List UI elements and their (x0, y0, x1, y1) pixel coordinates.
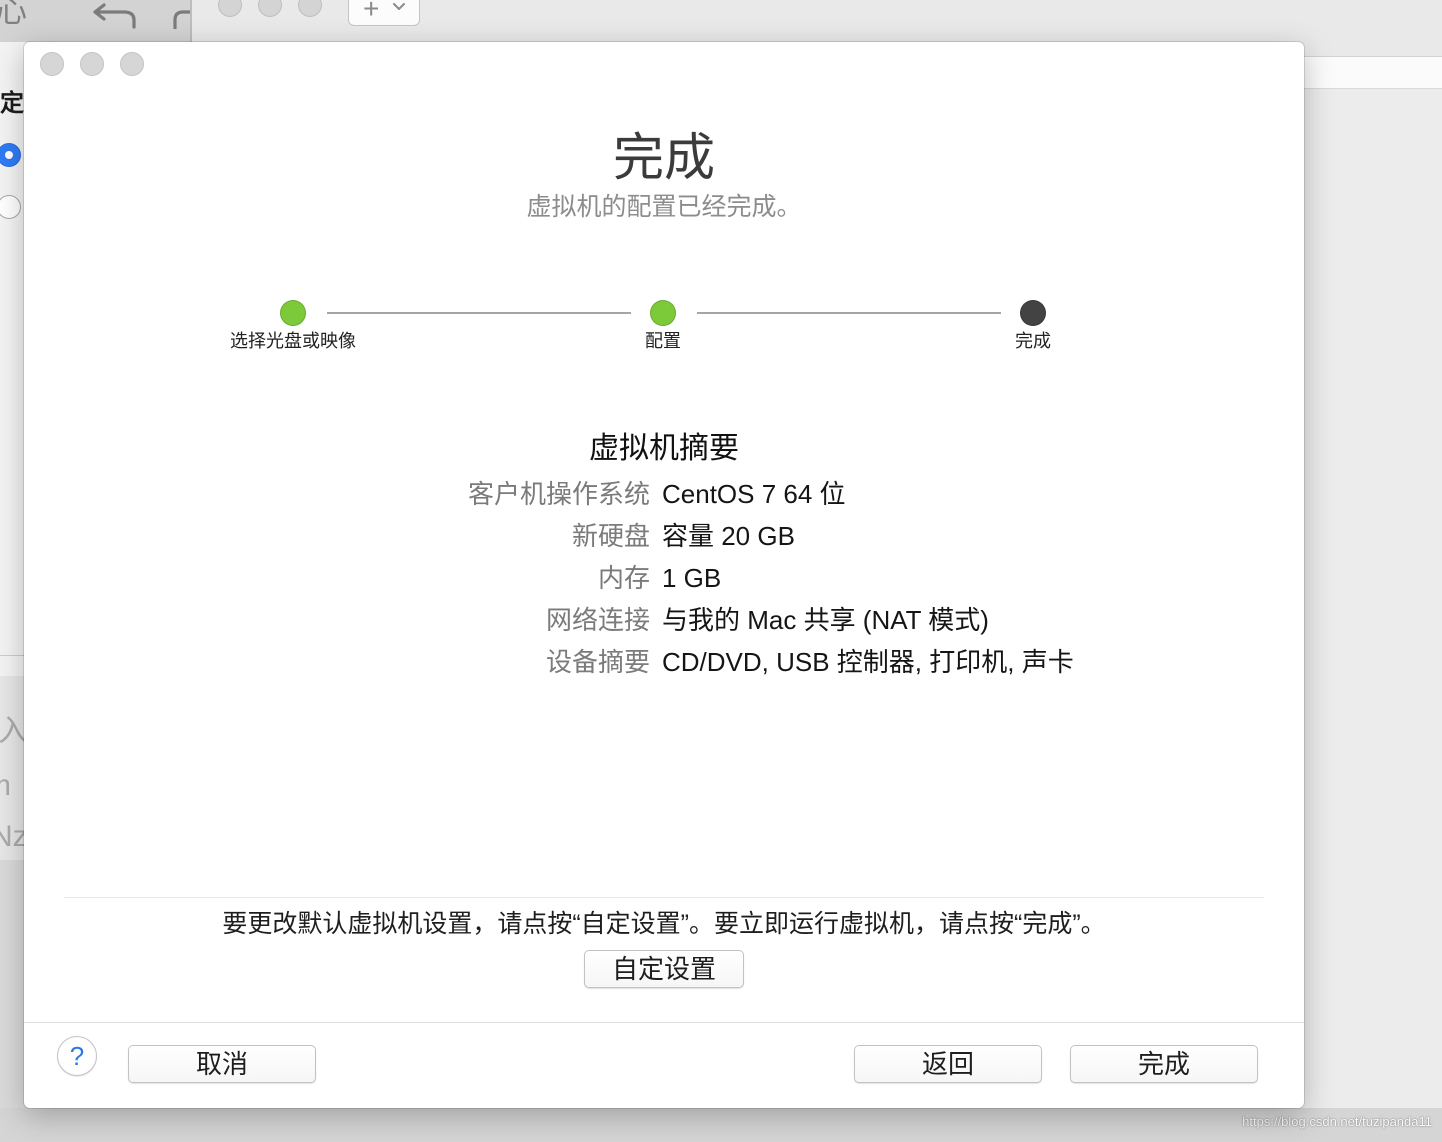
bg-sidebar-heading: 定 (0, 90, 24, 117)
vm-summary: 虚拟机摘要 客户机操作系统 CentOS 7 64 位 新硬盘 容量 20 GB… (24, 428, 1304, 688)
summary-label: 内存 (597, 563, 650, 593)
customize-settings-button[interactable]: 自定设置 (584, 950, 744, 988)
customize-hint-area: 要更改默认虚拟机设置，请点按“自定设置”。要立即运行虚拟机，请点按“完成”。 自… (24, 897, 1304, 1022)
step-connector (697, 312, 1001, 314)
summary-label: 新硬盘 (571, 521, 650, 551)
summary-row-memory: 内存 1 GB (24, 557, 1304, 599)
page-subtitle: 虚拟机的配置已经完成。 (526, 193, 802, 221)
progress-stepper: 选择光盘或映像 配置 完成 (24, 292, 1304, 356)
watermark: https://blog.csdn.net/tuzipanda11 (1242, 1114, 1432, 1129)
close-button[interactable] (40, 52, 64, 76)
bg-list-item-text: m (0, 766, 11, 806)
bg-toolbar-glyph: 心 (0, 0, 27, 29)
bg-add-menu-button[interactable]: + (348, 0, 420, 26)
summary-label: 客户机操作系统 (467, 479, 650, 509)
forward-arrow-icon[interactable] (172, 1, 190, 29)
summary-value: 容量 20 GB (662, 521, 795, 551)
bg-bottom-strip (0, 1108, 1442, 1142)
step-indicator-finish (1020, 300, 1046, 326)
back-button[interactable]: 返回 (854, 1045, 1042, 1083)
summary-heading: 虚拟机摘要 (589, 432, 739, 465)
summary-value: 与我的 Mac 共享 (NAT 模式) (662, 605, 989, 635)
summary-label: 网络连接 (545, 605, 650, 635)
summary-value: CentOS 7 64 位 (662, 479, 846, 509)
step-connector (327, 312, 631, 314)
chevron-down-icon (393, 3, 405, 10)
page-title: 完成 (612, 129, 715, 186)
minimize-button[interactable] (80, 52, 104, 76)
summary-row-new-disk: 新硬盘 容量 20 GB (24, 515, 1304, 557)
finish-dialog: 完成 虚拟机的配置已经完成。 选择光盘或映像 配置 完成 虚拟机摘要 客户机操作… (24, 42, 1304, 1108)
summary-value: 1 GB (662, 563, 722, 593)
summary-label: 设备摘要 (545, 647, 650, 677)
step-label-finish: 完成 (1015, 331, 1051, 351)
back-arrow-icon[interactable] (92, 1, 138, 29)
cancel-button[interactable]: 取消 (128, 1045, 316, 1083)
step-indicator-configure (650, 300, 676, 326)
dialog-footer: ? 取消 返回 完成 (24, 1022, 1304, 1108)
help-button[interactable]: ? (57, 1036, 97, 1076)
step-label-select-disc: 选择光盘或映像 (230, 331, 356, 351)
summary-value: CD/DVD, USB 控制器, 打印机, 声卡 (662, 647, 1074, 677)
step-label-configure: 配置 (645, 331, 681, 351)
customize-hint-text: 要更改默认虚拟机设置，请点按“自定设置”。要立即运行虚拟机，请点按“完成”。 (222, 910, 1106, 938)
finish-button[interactable]: 完成 (1070, 1045, 1258, 1083)
summary-row-network: 网络连接 与我的 Mac 共享 (NAT 模式) (24, 599, 1304, 641)
divider (64, 897, 1264, 898)
summary-row-guest-os: 客户机操作系统 CentOS 7 64 位 (24, 473, 1304, 515)
step-indicator-select-disc (280, 300, 306, 326)
zoom-button[interactable] (120, 52, 144, 76)
summary-row-devices: 设备摘要 CD/DVD, USB 控制器, 打印机, 声卡 (24, 641, 1304, 683)
question-mark-icon: ? (69, 1041, 85, 1071)
plus-icon: + (363, 0, 380, 24)
